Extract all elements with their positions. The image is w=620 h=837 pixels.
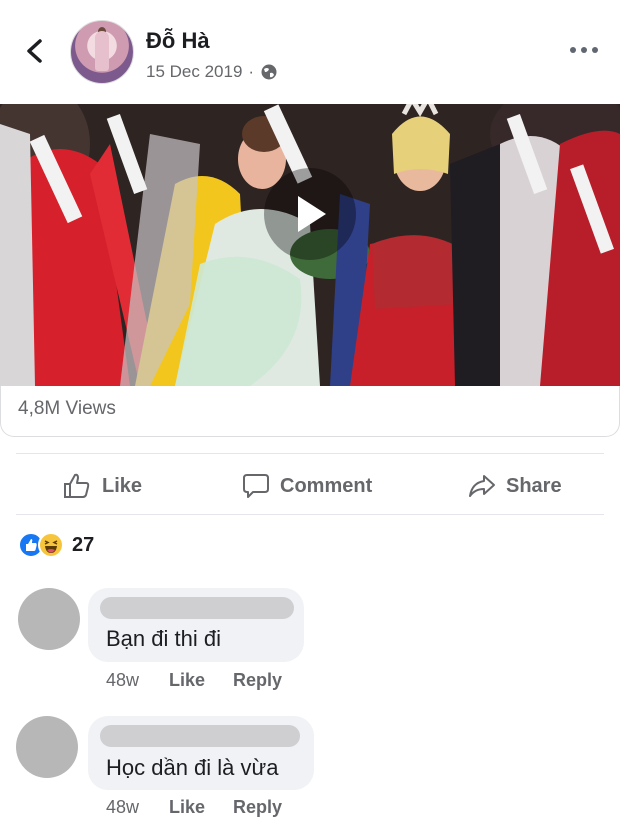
comment-like-button[interactable]: Like [169,797,205,818]
play-icon[interactable] [264,168,356,260]
video-player[interactable] [0,104,620,386]
thumbs-up-icon [64,473,90,498]
meta-separator: · [248,62,255,81]
share-icon [469,475,495,497]
reaction-summary[interactable]: 27 [18,531,94,559]
view-count: 4,8M Views [18,398,116,419]
comment-meta: 48w Like Reply [106,797,326,821]
comment-text: Bạn đi thi đi [106,626,221,651]
action-bar: Like Comment Share [0,458,620,514]
commenter-name-redacted [100,597,294,619]
like-button[interactable]: Like [62,470,142,502]
reaction-count: 27 [72,533,95,556]
commenter-name-redacted [100,725,300,747]
comment-text: Học dần đi là vừa [106,755,279,780]
divider [16,453,604,454]
video-frame [0,104,620,386]
author-avatar[interactable] [70,20,134,84]
divider [16,514,604,515]
post-header: Đỗ Hà 15 Dec 2019 · [0,0,620,104]
more-options-icon[interactable] [566,38,602,62]
share-button[interactable]: Share [468,470,562,502]
commenter-avatar[interactable] [18,588,80,650]
back-arrow-icon[interactable] [20,36,50,66]
author-name[interactable]: Đỗ Hà [146,28,210,54]
comment-reply-button[interactable]: Reply [233,670,282,691]
comment-time[interactable]: 48w [106,670,139,691]
globe-icon [261,64,277,80]
comment-meta: 48w Like Reply [106,670,326,694]
like-label: Like [102,474,143,497]
comment-time[interactable]: 48w [106,797,139,818]
comment-icon [243,474,269,498]
share-label: Share [506,474,562,497]
comment-like-button[interactable]: Like [169,670,205,691]
comment-reply-button[interactable]: Reply [233,797,282,818]
post-meta: 15 Dec 2019 · [146,62,278,82]
post-date[interactable]: 15 Dec 2019 [146,62,242,82]
comment-button[interactable]: Comment [242,470,372,502]
commenter-avatar[interactable] [16,716,78,778]
haha-reaction-icon [38,532,64,558]
comment-label: Comment [280,474,373,497]
